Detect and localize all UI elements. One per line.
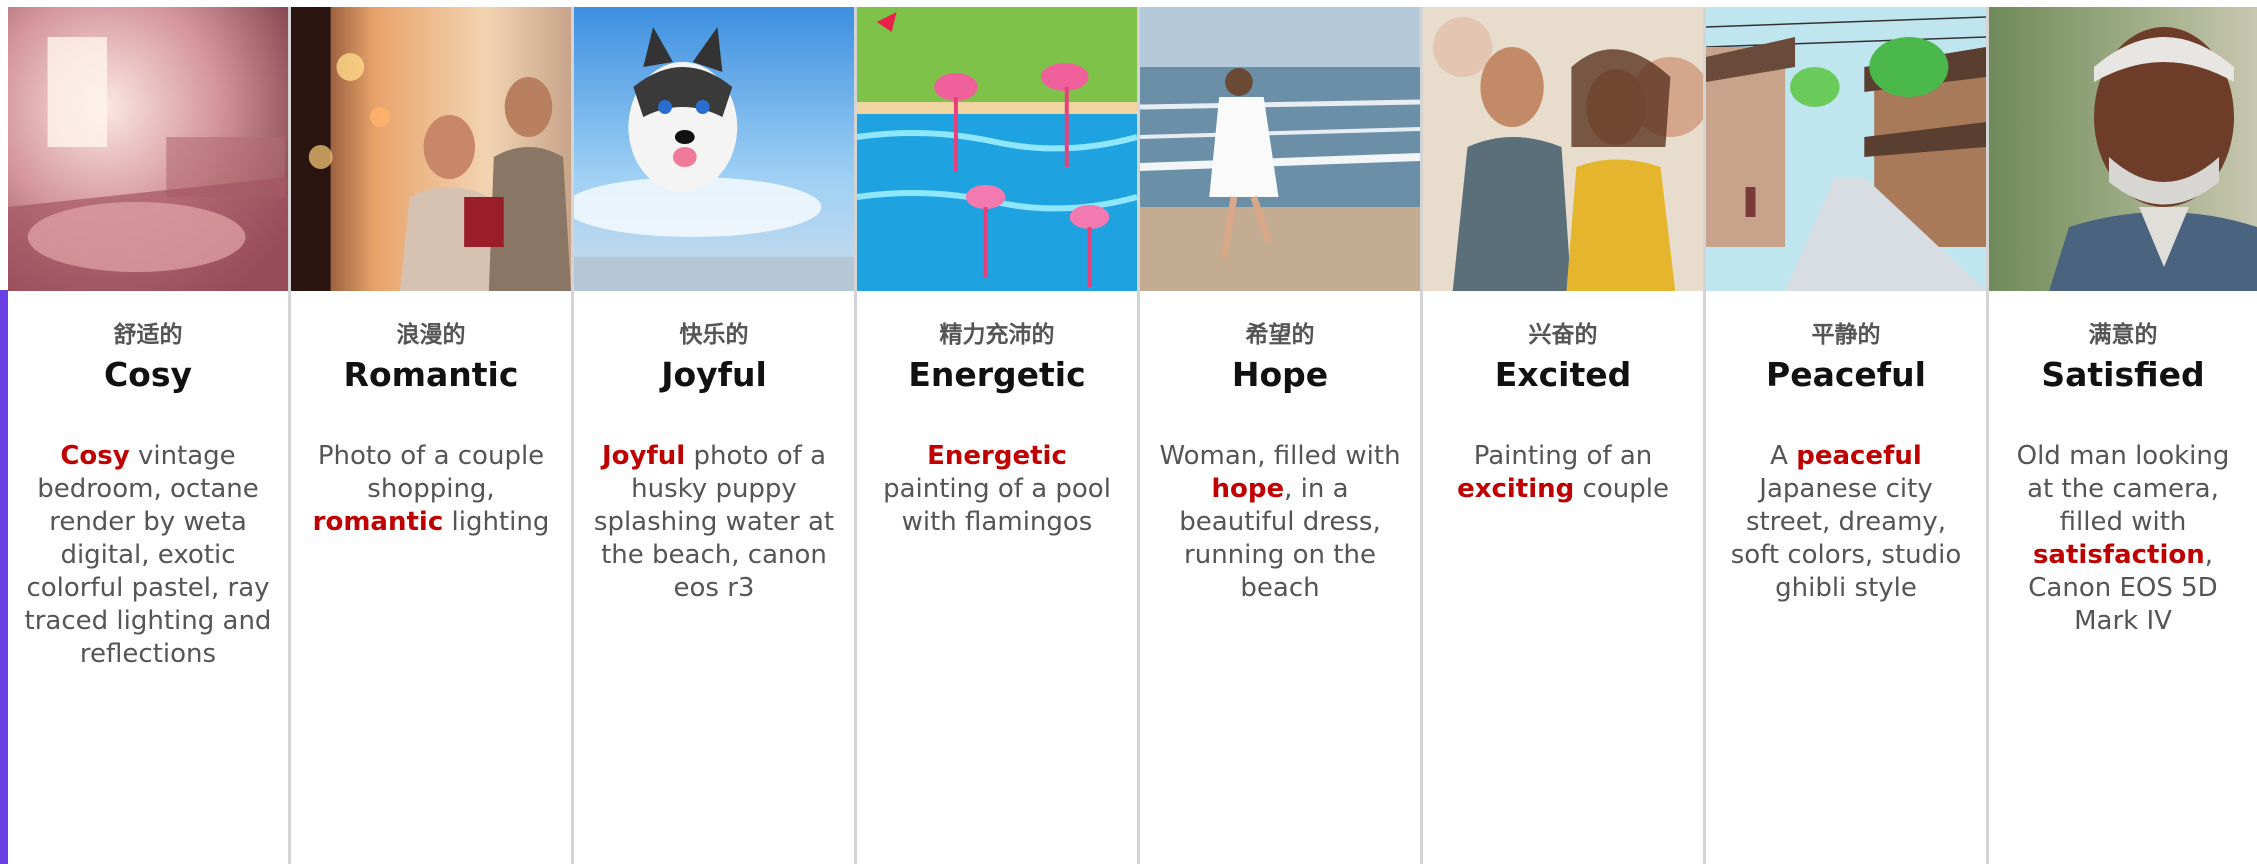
couple-shopping-image — [291, 7, 571, 291]
chinese-label: 平静的 — [1811, 322, 1881, 348]
japanese-street-image — [1706, 7, 1986, 291]
prompt-description: Woman, filled with hope, in a beautiful … — [1159, 441, 1401, 603]
emotion-title: Satisfied — [2041, 355, 2205, 394]
excited-couple-image — [1423, 7, 1703, 291]
emotion-title: Cosy — [103, 355, 193, 394]
emotion-title: Romantic — [343, 355, 519, 394]
emotion-title: Excited — [1494, 355, 1632, 394]
prompt-description: Photo of a couple shopping, romantic lig… — [312, 441, 550, 537]
emotion-column: 兴奋的 Excited Painting of an exciting coup… — [1423, 7, 1706, 864]
emotion-keyword: Energetic — [927, 441, 1067, 471]
chinese-label: 兴奋的 — [1528, 322, 1598, 348]
flamingo-pool-image — [857, 7, 1137, 291]
cosy-bedroom-image — [8, 7, 288, 291]
emotion-column: 满意的 Satisfied Old man looking at the cam… — [1989, 7, 2257, 864]
chinese-label: 舒适的 — [113, 322, 183, 348]
emotion-keyword: exciting — [1457, 474, 1575, 504]
emotion-column: 舒适的 Cosy Cosy vintage bedroom, octane re… — [8, 7, 291, 864]
emotion-column: 平静的 Peaceful A peaceful Japanese city st… — [1706, 7, 1989, 864]
emotion-column: 浪漫的 Romantic Photo of a couple shopping,… — [291, 7, 574, 864]
emotion-keyword: Joyful — [602, 441, 686, 471]
husky-puppy-image — [574, 7, 854, 291]
emotion-grid: 舒适的 Cosy Cosy vintage bedroom, octane re… — [8, 7, 2257, 864]
chinese-label: 精力充沛的 — [939, 322, 1055, 348]
emotion-column: 精力充沛的 Energetic Energetic painting of a … — [857, 7, 1140, 864]
chinese-label: 浪漫的 — [396, 322, 466, 348]
old-man-image — [1989, 7, 2257, 291]
emotion-keyword: hope — [1211, 474, 1285, 504]
emotion-keyword: satisfaction — [2032, 540, 2205, 570]
prompt-description: Energetic painting of a pool with flamin… — [883, 441, 1111, 537]
emotion-title: Hope — [1231, 355, 1329, 394]
chinese-label: 希望的 — [1245, 322, 1315, 348]
emotion-title: Peaceful — [1766, 355, 1926, 394]
chinese-label: 快乐的 — [679, 322, 749, 348]
emotion-keyword: Cosy — [60, 441, 130, 471]
emotion-keyword: peaceful — [1796, 441, 1922, 471]
accent-bar — [0, 290, 8, 864]
prompt-description: A peaceful Japanese city street, dreamy,… — [1730, 441, 1962, 603]
prompt-description: Old man looking at the camera, filled wi… — [2016, 441, 2230, 636]
emotion-keyword: romantic — [312, 507, 444, 537]
prompt-description: Cosy vintage bedroom, octane render by w… — [24, 441, 272, 669]
woman-beach-image — [1140, 7, 1420, 291]
emotion-column: 快乐的 Joyful Joyful photo of a husky puppy… — [574, 7, 857, 864]
emotion-title: Energetic — [908, 355, 1086, 394]
emotion-column: 希望的 Hope Woman, filled with hope, in a b… — [1140, 7, 1423, 864]
chinese-label: 满意的 — [2088, 322, 2158, 348]
prompt-description: Joyful photo of a husky puppy splashing … — [593, 441, 835, 603]
emotion-title: Joyful — [661, 355, 767, 394]
prompt-description: Painting of an exciting couple — [1457, 441, 1669, 504]
